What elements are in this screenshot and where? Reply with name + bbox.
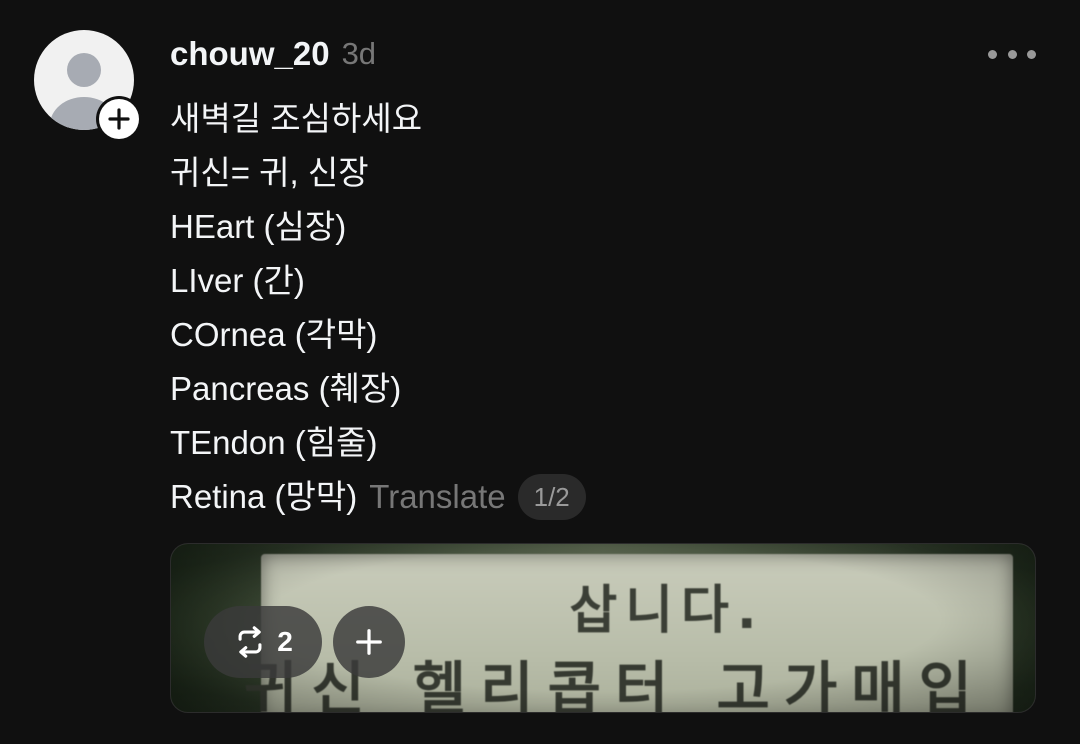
more-options-button[interactable] — [988, 38, 1036, 70]
thread-post: chouw_20 3d 새벽길 조심하세요 귀신= 귀, 신장 HEart (심… — [0, 0, 1080, 744]
repost-button[interactable]: 2 — [204, 606, 322, 678]
follow-button[interactable] — [96, 96, 142, 142]
post-text-line: 새벽길 조심하세요 — [170, 100, 423, 137]
translate-link[interactable]: Translate — [369, 470, 505, 524]
post-text-line: 귀신= 귀, 신장 — [170, 154, 369, 191]
page-indicator: 1/2 — [517, 474, 586, 520]
username[interactable]: chouw_20 — [170, 35, 330, 73]
post-header: chouw_20 3d — [170, 32, 376, 76]
follow-badge-inner — [99, 99, 139, 139]
plus-icon — [356, 629, 382, 655]
post-text: 새벽길 조심하세요 귀신= 귀, 신장 HEart (심장) LIver (간)… — [170, 92, 1050, 524]
repost-icon — [238, 626, 262, 658]
post-text-last-line: Retina (망막) Translate 1/2 — [170, 470, 1050, 524]
plus-icon — [108, 108, 130, 130]
post-text-line: LIver (간) — [170, 262, 305, 299]
timestamp: 3d — [341, 36, 377, 71]
add-button[interactable] — [333, 606, 405, 678]
more-dots-icon — [988, 49, 997, 59]
more-dots-icon — [1027, 49, 1036, 59]
post-text-line: TEndon (힘줄) — [170, 424, 378, 461]
post-text-line: HEart (심장) — [170, 208, 347, 245]
more-dots-icon — [1007, 49, 1017, 59]
post-text-line: COrnea (각막) — [170, 316, 378, 353]
post-text-line: Pancreas (췌장) — [170, 370, 402, 407]
repost-count: 2 — [277, 626, 293, 657]
post-image[interactable]: 삽니다. 귀신 헬리콥터 고가매입 2 — [170, 543, 1036, 713]
post-text-line: Retina (망막) — [170, 478, 358, 515]
